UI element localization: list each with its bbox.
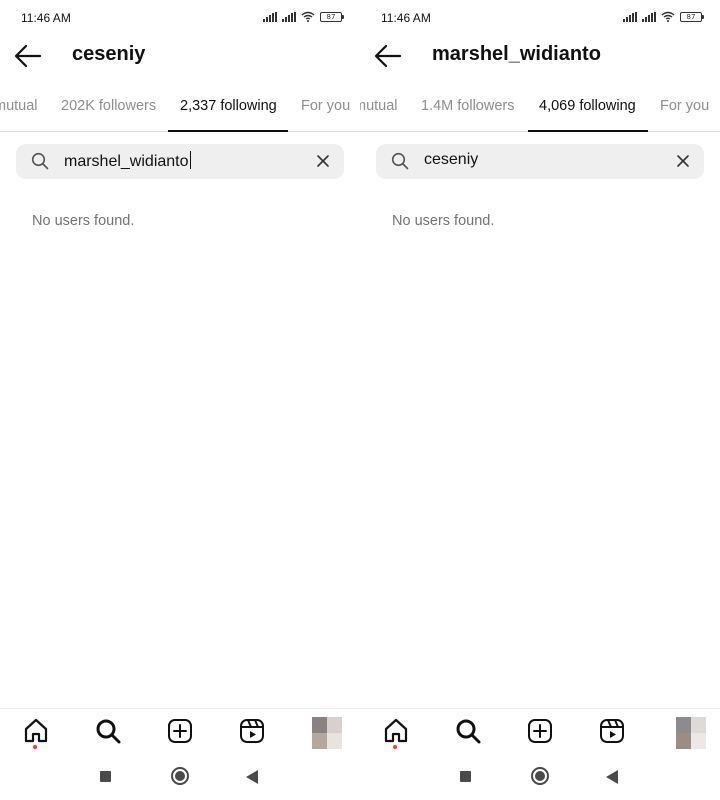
- search-input[interactable]: marshel_widianto: [64, 151, 191, 171]
- reels-icon: [600, 719, 624, 743]
- profile-header: ceseniy: [0, 34, 360, 78]
- right-screen: 11:46 AM 87 marshel_widianto mutual 1.4M…: [360, 0, 720, 800]
- text-caret: [189, 151, 191, 169]
- tab-followers[interactable]: 202K followers: [61, 98, 156, 114]
- notification-dot: [33, 745, 37, 749]
- status-icons: 87: [263, 11, 344, 22]
- search-icon: [391, 152, 409, 170]
- nav-reels[interactable]: [238, 717, 266, 745]
- battery-icon: 87: [680, 11, 704, 22]
- tab-bar: mutual 202K followers 2,337 following Fo…: [0, 90, 360, 132]
- create-icon: [168, 719, 192, 743]
- tab-mutual[interactable]: mutual: [0, 98, 38, 114]
- tab-followers[interactable]: 1.4M followers: [421, 98, 514, 114]
- search-icon: [96, 719, 121, 744]
- page-title: ceseniy: [72, 43, 146, 65]
- active-tab-indicator: [168, 130, 288, 132]
- signal-icon: [263, 11, 277, 22]
- tab-following[interactable]: 4,069 following: [539, 98, 636, 114]
- clear-search-icon[interactable]: [316, 154, 330, 168]
- tab-for-you[interactable]: For you: [301, 98, 350, 114]
- search-query: marshel_widianto: [64, 153, 189, 170]
- home-system-button[interactable]: [531, 767, 549, 785]
- wifi-icon: [661, 11, 675, 22]
- back-button[interactable]: [374, 43, 402, 69]
- signal-icon: [623, 11, 637, 22]
- empty-results-message: No users found.: [392, 213, 495, 229]
- clear-search-icon[interactable]: [676, 154, 690, 168]
- status-time: 11:46 AM: [21, 11, 71, 25]
- search-bar[interactable]: marshel_widianto: [16, 144, 344, 179]
- reels-icon: [240, 719, 264, 743]
- tab-mutual[interactable]: mutual: [360, 98, 398, 114]
- system-nav-bar: [0, 756, 360, 800]
- recents-button[interactable]: [460, 771, 471, 782]
- empty-results-message: No users found.: [32, 213, 135, 229]
- nav-search[interactable]: [454, 717, 482, 745]
- nav-profile-avatar[interactable]: [312, 717, 342, 749]
- arrow-left-icon: [14, 44, 42, 68]
- search-input[interactable]: ceseniy: [424, 151, 478, 169]
- status-time: 11:46 AM: [381, 11, 431, 25]
- nav-search[interactable]: [94, 717, 122, 745]
- nav-create[interactable]: [166, 717, 194, 745]
- recents-button[interactable]: [100, 771, 111, 782]
- nav-profile-avatar[interactable]: [676, 717, 706, 749]
- signal-icon: [642, 11, 656, 22]
- search-icon: [31, 152, 49, 170]
- status-bar: 11:46 AM 87: [360, 0, 720, 34]
- status-icons: 87: [623, 11, 704, 22]
- nav-home[interactable]: [22, 717, 50, 745]
- page-title: marshel_widianto: [432, 43, 601, 65]
- back-system-button[interactable]: [606, 770, 618, 784]
- search-icon: [456, 719, 481, 744]
- search-query: ceseniy: [424, 151, 479, 168]
- tab-for-you[interactable]: For you: [660, 98, 709, 114]
- bottom-nav: [0, 708, 360, 752]
- status-bar: 11:46 AM 87: [0, 0, 360, 34]
- wifi-icon: [301, 11, 315, 22]
- search-bar[interactable]: ceseniy: [376, 144, 704, 179]
- signal-icon: [282, 11, 296, 22]
- arrow-left-icon: [374, 44, 402, 68]
- nav-reels[interactable]: [598, 717, 626, 745]
- home-icon: [384, 718, 408, 743]
- nav-home[interactable]: [382, 717, 410, 745]
- tab-bar: mutual 1.4M followers 4,069 following Fo…: [360, 90, 720, 132]
- home-system-button[interactable]: [171, 767, 189, 785]
- back-system-button[interactable]: [246, 770, 258, 784]
- battery-icon: 87: [320, 11, 344, 22]
- left-screen: 11:46 AM 87 ceseniy mutual 202K follower…: [0, 0, 360, 800]
- system-nav-bar: [360, 756, 720, 800]
- active-tab-indicator: [528, 130, 648, 132]
- notification-dot: [393, 745, 397, 749]
- bottom-nav: [360, 708, 720, 752]
- tab-following[interactable]: 2,337 following: [180, 98, 277, 114]
- home-icon: [24, 718, 48, 743]
- back-button[interactable]: [14, 43, 42, 69]
- nav-create[interactable]: [526, 717, 554, 745]
- create-icon: [528, 719, 552, 743]
- profile-header: marshel_widianto: [360, 34, 720, 78]
